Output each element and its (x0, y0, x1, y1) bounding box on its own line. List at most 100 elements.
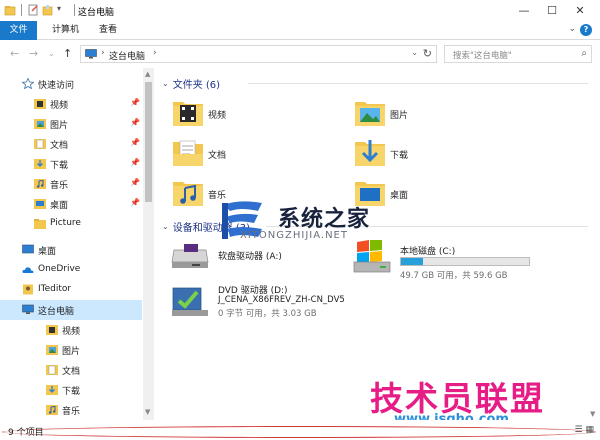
expand-ribbon-icon[interactable]: ⌄ (568, 24, 576, 34)
nav-item-label: OneDrive (38, 264, 81, 274)
nav-downloads[interactable]: 下载 📌 (0, 154, 142, 174)
breadcrumb-this-pc[interactable]: 这台电脑 (109, 49, 145, 62)
new-folder-icon[interactable] (42, 4, 54, 16)
drive-floppy-a[interactable]: 软盘驱动器 (A:) (170, 238, 370, 286)
minimize-icon: — (518, 4, 530, 17)
address-history-icon[interactable]: ⌄ (411, 48, 418, 57)
nav-this-pc-music[interactable]: 音乐 (0, 400, 142, 420)
nav-music[interactable]: 音乐 📌 (0, 174, 142, 194)
nav-pictures[interactable]: 图片 📌 (0, 114, 142, 134)
nav-this-pc[interactable]: 这台电脑 (0, 300, 142, 320)
folder-pictures[interactable]: 图片 (354, 96, 524, 132)
nav-item-label: 图片 (62, 347, 81, 357)
nav-item-label: 文档 (62, 367, 81, 377)
drive-dvd-d[interactable]: DVD 驱动器 (D:) J_CENA_X86FREV_ZH-CN_DV5 0 … (170, 280, 370, 336)
customize-toolbar-icon[interactable]: ▾ (57, 4, 69, 16)
video-folder-icon (46, 324, 58, 335)
details-view-icon[interactable]: ☰ (575, 425, 583, 435)
onedrive-icon (22, 264, 34, 275)
scrollbar-thumb[interactable] (145, 82, 152, 202)
nav-item-label: 这台电脑 (38, 307, 75, 317)
nav-this-pc-videos[interactable]: 视频 (0, 320, 142, 340)
back-button[interactable]: ← (10, 47, 19, 60)
folder-downloads[interactable]: 下载 (354, 136, 524, 172)
nav-this-pc-documents[interactable]: 文档 (0, 360, 142, 380)
address-bar[interactable]: › 这台电脑 › ⌄ ↻ (80, 45, 437, 63)
pin-icon[interactable]: 📌 (130, 158, 140, 167)
breadcrumb-chevron-icon[interactable]: › (153, 48, 157, 58)
file-explorer-window: ▾ 这台电脑 — ☐ ✕ 文件 计算机 查看 ⌄ ? ← → ⌄ ↑ › 这台电… (0, 0, 600, 440)
folder-label: 文档 (208, 151, 227, 161)
pin-icon[interactable]: 📌 (130, 118, 140, 127)
folder-icon (34, 218, 46, 229)
content-area: ⌄ 文件夹 (6) 视频 图片 文档 下载 音乐 桌面 ⌄ 设备和驱动器 (3)… (158, 68, 600, 420)
breadcrumb-chevron-icon[interactable]: › (101, 48, 105, 58)
help-icon[interactable]: ? (580, 24, 592, 36)
drive-name: 软盘驱动器 (A:) (218, 252, 282, 262)
app-folder-icon (4, 4, 16, 16)
tab-computer[interactable]: 计算机 (42, 21, 89, 40)
scroll-up-icon[interactable]: ▲ (145, 70, 150, 78)
documents-folder-icon (34, 138, 46, 149)
music-folder-icon (34, 178, 46, 189)
navigation-pane-scrollbar[interactable]: ▲ ▼ (143, 68, 154, 420)
folder-videos[interactable]: 视频 (172, 96, 342, 132)
nav-item-label: 音乐 (62, 407, 81, 417)
search-icon[interactable]: ⌕ (581, 48, 587, 59)
nav-videos[interactable]: 视频 📌 (0, 94, 142, 114)
folders-group-header[interactable]: ⌄ 文件夹 (6) (162, 76, 220, 91)
view-mode-buttons: ☰ ▦ (575, 425, 594, 435)
nav-item-label: 图片 (50, 121, 69, 131)
pin-icon[interactable]: 📌 (130, 98, 140, 107)
collapse-chevron-icon[interactable]: ⌄ (162, 222, 169, 231)
recent-locations-icon[interactable]: ⌄ (48, 49, 55, 58)
nav-iteditor[interactable]: ITeditor (0, 280, 142, 300)
pictures-folder-icon (46, 344, 58, 355)
forward-button[interactable]: → (29, 47, 38, 60)
floppy-drive-icon (170, 240, 210, 273)
nav-documents[interactable]: 文档 📌 (0, 134, 142, 154)
minimize-button[interactable]: — (510, 0, 538, 21)
nav-item-label: ITeditor (38, 284, 72, 294)
refresh-icon[interactable]: ↻ (423, 47, 432, 60)
content-scrollbar[interactable]: ▼ (588, 68, 599, 420)
search-placeholder: 搜索"这台电脑" (453, 51, 512, 61)
drive-usage-fill (401, 258, 423, 265)
nav-picture-folder[interactable]: Picture (0, 214, 142, 234)
nav-desktop-quick[interactable]: 桌面 📌 (0, 194, 142, 214)
nav-this-pc-pictures[interactable]: 图片 (0, 340, 142, 360)
pin-icon[interactable]: 📌 (130, 178, 140, 187)
drive-local-c[interactable]: 本地磁盘 (C:) 49.7 GB 可用，共 59.6 GB (352, 238, 552, 286)
title-bar: ▾ 这台电脑 — ☐ ✕ (0, 0, 600, 21)
folder-documents[interactable]: 文档 (172, 136, 342, 172)
desktop-folder-icon (34, 198, 46, 209)
close-button[interactable]: ✕ (566, 0, 594, 21)
documents-folder-icon (46, 364, 58, 375)
maximize-button[interactable]: ☐ (538, 0, 566, 21)
tab-view[interactable]: 查看 (89, 21, 127, 40)
music-folder-icon (46, 404, 58, 415)
scroll-down-icon[interactable]: ▼ (145, 408, 150, 416)
video-folder-icon (172, 96, 204, 128)
downloads-folder-icon (354, 136, 386, 168)
nav-desktop[interactable]: 桌面 (0, 240, 142, 260)
search-box[interactable]: 搜索"这台电脑" ⌕ (444, 45, 592, 63)
nav-onedrive[interactable]: OneDrive (0, 260, 142, 280)
pin-icon[interactable]: 📌 (130, 198, 140, 207)
collapse-chevron-icon[interactable]: ⌄ (162, 79, 169, 88)
dvd-drive-icon (170, 284, 210, 321)
tab-file[interactable]: 文件 (0, 21, 37, 40)
up-button[interactable]: ↑ (63, 47, 72, 60)
drive-volume-label: J_CENA_X86FREV_ZH-CN_DV5 (218, 295, 345, 305)
item-count: 9 个项目 (8, 428, 44, 438)
properties-icon[interactable] (27, 4, 39, 16)
folder-label: 图片 (390, 111, 409, 121)
computer-icon (22, 304, 34, 315)
pin-icon[interactable]: 📌 (130, 138, 140, 147)
nav-item-label: 下载 (62, 387, 81, 397)
nav-this-pc-downloads[interactable]: 下载 (0, 380, 142, 400)
nav-quick-access[interactable]: 快速访问 (0, 74, 142, 94)
drive-usage-bar (400, 257, 530, 266)
large-icons-view-icon[interactable]: ▦ (585, 425, 594, 435)
site-watermark-logo: 系统之家 XITONGZHIJIA.NET (218, 197, 418, 243)
